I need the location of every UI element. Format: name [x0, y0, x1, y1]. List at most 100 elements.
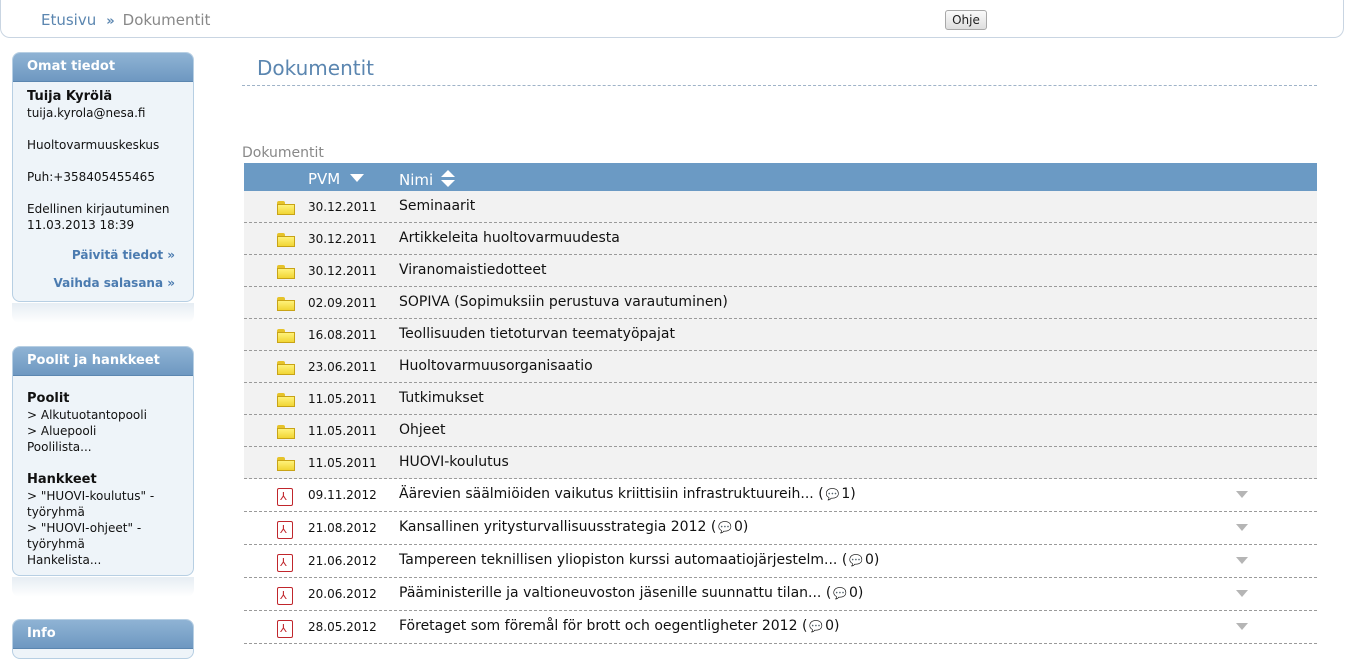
project-link-koulutus[interactable]: > "HUOVI-koulutus" - työryhmä — [27, 489, 154, 519]
user-organization: Huoltovarmuuskeskus — [27, 138, 160, 152]
row-date: 09.11.2012 — [308, 488, 377, 502]
row-name-link[interactable]: Artikkeleita huoltovarmuudesta — [399, 230, 620, 246]
folder-icon — [277, 329, 295, 343]
comment-icon: 💬 — [809, 620, 824, 633]
project-link-ohjeet[interactable]: > "HUOVI-ohjeet" - työryhmä — [27, 521, 141, 551]
folder-icon — [277, 233, 295, 247]
table-body: 30.12.2011 Seminaarit 30.12.2011 Artikkelei… — [244, 191, 1317, 644]
row-name-link[interactable]: Tampereen teknillisen yliopiston kurssi … — [399, 552, 879, 568]
row-menu-chevron-icon[interactable] — [1236, 524, 1248, 531]
comment-icon: 💬 — [833, 587, 847, 600]
last-login-label: Edellinen kirjautuminen — [27, 202, 170, 216]
project-list-link[interactable]: Hankelista... — [27, 553, 101, 567]
row-date: 16.08.2011 — [308, 328, 377, 342]
breadcrumb: Etusivu » Dokumentit — [41, 11, 210, 29]
comment-count: 1) — [841, 486, 856, 502]
row-name-link[interactable]: Kansallinen yritysturvallisuusstrategia … — [399, 519, 748, 535]
sort-desc-icon — [350, 174, 365, 182]
pdf-file-icon — [277, 620, 293, 638]
table-row[interactable]: 28.05.2012 Företaget som föremål för brot… — [244, 611, 1317, 644]
table-row[interactable]: 09.11.2012 Äärevien säälmiöiden vaikutus … — [244, 479, 1317, 512]
table-header: PVM Nimi — [244, 163, 1317, 191]
row-date: 11.05.2011 — [308, 424, 377, 438]
sort-both-icon — [441, 170, 456, 187]
row-name-link[interactable]: Företaget som föremål för brott och oege… — [399, 618, 839, 634]
folder-icon — [277, 393, 295, 407]
info-box: Info — [12, 619, 194, 659]
row-name-link[interactable]: Ohjeet — [399, 422, 446, 438]
table-row[interactable]: 02.09.2011 SOPIVA (Sopimuksiin perustuva … — [244, 287, 1317, 319]
row-menu-chevron-icon[interactable] — [1236, 491, 1248, 498]
pool-list-link[interactable]: Poolilista... — [27, 440, 92, 454]
breadcrumb-current: Dokumentit — [122, 11, 211, 29]
column-header-name[interactable]: Nimi — [399, 170, 456, 189]
row-name-link[interactable]: SOPIVA (Sopimuksiin perustuva varautumin… — [399, 294, 728, 310]
comment-icon: 💬 — [849, 554, 863, 567]
folder-icon — [277, 297, 295, 311]
row-menu-chevron-icon[interactable] — [1236, 623, 1248, 630]
user-name: Tuija Kyrölä — [27, 89, 113, 104]
comment-icon: 💬 — [825, 488, 840, 501]
table-row[interactable]: 30.12.2011 Viranomaistiedotteet — [244, 255, 1317, 287]
row-name-link[interactable]: Teollisuuden tietoturvan teematyöpajat — [399, 326, 675, 342]
pdf-file-icon — [277, 521, 293, 539]
comment-count: 0) — [865, 552, 880, 568]
row-date: 21.06.2012 — [308, 554, 377, 568]
row-date: 02.09.2011 — [308, 296, 377, 310]
help-button[interactable]: Ohje — [945, 10, 987, 30]
documents-section-label: Dokumentit — [242, 145, 324, 161]
table-row[interactable]: 11.05.2011 Ohjeet — [244, 415, 1317, 447]
row-name-link[interactable]: HUOVI-koulutus — [399, 454, 509, 470]
row-date: 30.12.2011 — [308, 200, 377, 214]
table-row[interactable]: 11.05.2011 HUOVI-koulutus — [244, 447, 1317, 479]
comment-count: 0) — [825, 618, 840, 634]
row-menu-chevron-icon[interactable] — [1236, 557, 1248, 564]
pdf-file-icon — [277, 488, 293, 506]
breadcrumb-separator: » — [106, 14, 115, 29]
change-password-link[interactable]: Vaihda salasana » — [27, 275, 175, 291]
row-date: 30.12.2011 — [308, 232, 377, 246]
table-row[interactable]: 21.06.2012 Tampereen teknillisen yliopist… — [244, 545, 1317, 578]
row-name-link[interactable]: Huoltovarmuusorganisaatio — [399, 358, 593, 374]
column-header-date[interactable]: PVM — [308, 170, 365, 188]
pools-heading: Poolit — [27, 391, 70, 406]
row-name-link[interactable]: Viranomaistiedotteet — [399, 262, 546, 278]
user-email: tuija.kyrola@nesa.fi — [27, 106, 146, 120]
folder-icon — [277, 265, 295, 279]
row-menu-chevron-icon[interactable] — [1236, 590, 1248, 597]
table-row[interactable]: 20.06.2012 Pääministerille ja valtioneuvo… — [244, 578, 1317, 611]
top-bar: Etusivu » Dokumentit Ohje — [0, 0, 1344, 38]
info-box-title: Info — [13, 620, 193, 649]
pool-link-alkutuotanto[interactable]: > Alkutuotantopooli — [27, 408, 147, 422]
pool-link-alue[interactable]: > Aluepooli — [27, 424, 96, 438]
table-row[interactable]: 11.05.2011 Tutkimukset — [244, 383, 1317, 415]
folder-icon — [277, 457, 295, 471]
row-name-link[interactable]: Tutkimukset — [399, 390, 484, 406]
row-date: 28.05.2012 — [308, 620, 377, 634]
row-name-link[interactable]: Äärevien säälmiöiden vaikutus kriittisii… — [399, 486, 856, 502]
table-row[interactable]: 23.06.2011 Huoltovarmuusorganisaatio — [244, 351, 1317, 383]
table-row[interactable]: 30.12.2011 Artikkeleita huoltovarmuudesta — [244, 223, 1317, 255]
comment-icon: 💬 — [718, 521, 732, 534]
breadcrumb-home-link[interactable]: Etusivu — [41, 11, 96, 29]
table-row[interactable]: 30.12.2011 Seminaarit — [244, 191, 1317, 223]
row-date: 20.06.2012 — [308, 587, 377, 601]
row-date: 21.08.2012 — [308, 521, 377, 535]
profile-box-title: Omat tiedot — [13, 53, 193, 82]
row-name-link[interactable]: Seminaarit — [399, 198, 475, 214]
row-date: 30.12.2011 — [308, 264, 377, 278]
table-row[interactable]: 21.08.2012 Kansallinen yritysturvallisuus… — [244, 512, 1317, 545]
update-profile-link[interactable]: Päivitä tiedot » — [27, 247, 175, 263]
folder-icon — [277, 361, 295, 375]
user-phone: Puh:+358405455465 — [27, 170, 155, 184]
pdf-file-icon — [277, 587, 293, 605]
table-row[interactable]: 16.08.2011 Teollisuuden tietoturvan teema… — [244, 319, 1317, 351]
folder-icon — [277, 201, 295, 215]
last-login-time: 11.03.2013 18:39 — [27, 218, 135, 232]
row-name-link[interactable]: Pääministerille ja valtioneuvoston jäsen… — [399, 585, 863, 601]
row-date: 11.05.2011 — [308, 392, 377, 406]
row-date: 11.05.2011 — [308, 456, 377, 470]
comment-count: 0) — [848, 585, 864, 601]
comment-count: 0) — [734, 519, 749, 535]
documents-table: PVM Nimi 30.12.2011 Seminaarit 30.12.2011 A… — [244, 163, 1317, 644]
